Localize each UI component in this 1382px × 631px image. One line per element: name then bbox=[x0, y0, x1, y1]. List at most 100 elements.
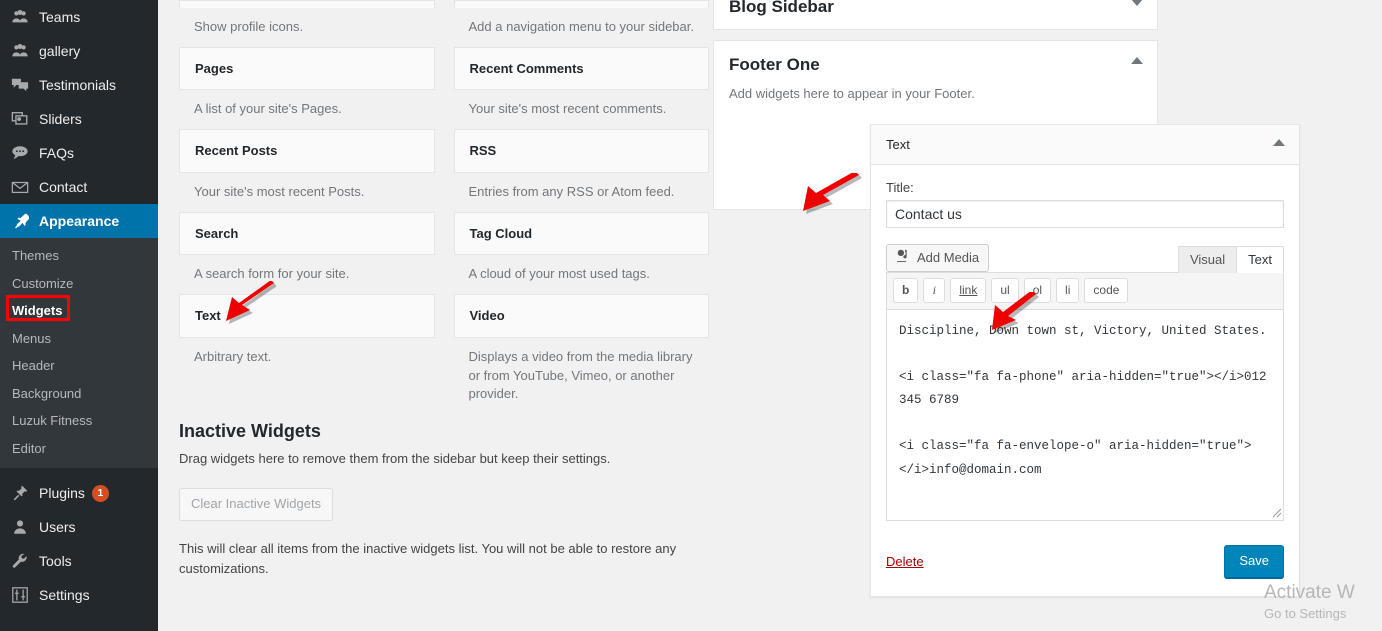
clear-inactive-widgets-button[interactable]: Clear Inactive Widgets bbox=[179, 488, 334, 522]
images-alt-icon bbox=[10, 109, 30, 129]
chevron-down-icon[interactable] bbox=[1131, 0, 1143, 6]
delete-widget-link[interactable]: Delete bbox=[886, 554, 924, 569]
widget-description: A search form for your site. bbox=[194, 266, 350, 282]
editor-toolbar-row: Add Media Visual Text bbox=[886, 244, 1284, 273]
tab-visual[interactable]: Visual bbox=[1177, 246, 1238, 273]
title-input[interactable] bbox=[886, 200, 1284, 228]
widget-card-recent-comments: Recent Comments Your site's most recent … bbox=[453, 46, 709, 129]
quicktag-ol-button[interactable]: ol bbox=[1023, 278, 1052, 303]
quicktags-toolbar: b i link ul ol li code bbox=[886, 272, 1284, 309]
sidebar-item-label: Testimonials bbox=[39, 77, 117, 93]
add-media-button[interactable]: Add Media bbox=[886, 244, 990, 272]
admin-sidebar: Teams gallery Testimonials Sliders FAQs … bbox=[0, 0, 166, 631]
email-icon bbox=[10, 177, 30, 197]
sidebar-item-background[interactable]: Background bbox=[0, 380, 158, 408]
text-widget-header[interactable]: Text bbox=[871, 125, 1299, 165]
sidebar-item-editor[interactable]: Editor bbox=[0, 435, 158, 463]
widget-card-search: Search A search form for your site. bbox=[179, 211, 435, 294]
admin-plugins-icon bbox=[10, 483, 30, 503]
widget-description: Show profile icons. bbox=[194, 19, 304, 34]
chevron-up-icon[interactable] bbox=[1131, 57, 1143, 65]
widget-card-text: Text Arbitrary text. bbox=[179, 294, 435, 376]
widget-description: A list of your site's Pages. bbox=[194, 101, 342, 117]
widget-title[interactable]: Text bbox=[179, 294, 435, 338]
sidebar-item-gallery[interactable]: gallery bbox=[0, 34, 158, 68]
sidebar-item-customize[interactable]: Customize bbox=[0, 270, 158, 298]
widget-description: Your site's most recent comments. bbox=[468, 101, 667, 117]
sidebar-item-label: Contact bbox=[39, 179, 88, 195]
widget-title[interactable]: Pages bbox=[179, 46, 435, 91]
widget-card-recent-posts: Recent Posts Your site's most recent Pos… bbox=[179, 129, 435, 211]
widget-card-partial-top[interactable] bbox=[179, 0, 435, 8]
sidebar-item-users[interactable]: Users bbox=[0, 510, 158, 544]
media-icon bbox=[896, 248, 911, 269]
inactive-widgets-heading: Inactive Widgets bbox=[179, 421, 321, 441]
sidebar-item-luzuk-fitness[interactable]: Luzuk Fitness bbox=[0, 407, 158, 435]
quicktag-bold-button[interactable]: b bbox=[893, 278, 919, 303]
admin-tools-icon bbox=[10, 551, 30, 571]
chevron-up-icon[interactable] bbox=[1273, 139, 1285, 146]
sidebar-item-label: Tools bbox=[39, 553, 72, 570]
text-widget-header-title: Text bbox=[886, 137, 910, 152]
editor-mode-tabs: Visual Text bbox=[1177, 245, 1284, 273]
watermark-line-2: Go to Settings bbox=[1264, 606, 1347, 622]
widget-card-tag-cloud: Tag Cloud A cloud of your most used tags… bbox=[453, 211, 709, 294]
sidebar-item-widgets[interactable]: Widgets bbox=[0, 297, 158, 325]
admin-settings-icon bbox=[10, 585, 30, 605]
widget-title[interactable]: Tag Cloud bbox=[453, 211, 709, 256]
admin-appearance-icon bbox=[10, 211, 30, 231]
editor-textarea[interactable] bbox=[886, 308, 1284, 521]
widget-description: Displays a video from the media library … bbox=[468, 348, 693, 402]
groups-icon bbox=[10, 41, 30, 61]
inactive-widgets-section: Inactive Widgets Drag widgets here to re… bbox=[179, 410, 739, 578]
title-field-label: Title: bbox=[886, 180, 914, 195]
tab-text[interactable]: Text bbox=[1236, 246, 1284, 273]
plugins-update-badge: 1 bbox=[91, 484, 109, 502]
widget-card-pages: Pages A list of your site's Pages. bbox=[179, 46, 435, 129]
widget-description: Arbitrary text. bbox=[194, 348, 272, 364]
sidebar-panel-blog-sidebar: Blog Sidebar bbox=[713, 0, 1158, 31]
sidebar-item-settings[interactable]: Settings bbox=[0, 578, 158, 612]
inactive-widgets-subtitle: Drag widgets here to remove them from th… bbox=[179, 451, 611, 467]
widget-title[interactable]: Recent Comments bbox=[453, 46, 709, 91]
quicktag-li-button[interactable]: li bbox=[1056, 278, 1080, 303]
widget-description: Your site's most recent Posts. bbox=[194, 183, 365, 199]
sidebar-item-menus[interactable]: Menus bbox=[0, 325, 158, 353]
format-chat-icon bbox=[10, 143, 30, 163]
sidebar-item-themes[interactable]: Themes bbox=[0, 242, 158, 270]
available-widgets-list: Show profile icons. Pages A list of your… bbox=[179, 0, 709, 414]
sidebar-item-label: FAQs bbox=[39, 145, 75, 161]
quicktag-ul-button[interactable]: ul bbox=[991, 278, 1019, 303]
available-widgets-column-right: Add a navigation menu to your sidebar. R… bbox=[453, 0, 709, 414]
text-widget-editor: Text Title: Add Media Visual Text b bbox=[870, 124, 1300, 597]
widget-title[interactable]: Recent Posts bbox=[179, 129, 435, 173]
sidebar-item-teams[interactable]: Teams bbox=[0, 0, 158, 34]
widget-title[interactable]: Search bbox=[179, 211, 435, 256]
widget-title[interactable]: Video bbox=[453, 294, 709, 338]
sidebar-item-sliders[interactable]: Sliders bbox=[0, 102, 158, 136]
text-widget-footer: Delete Save bbox=[871, 531, 1299, 596]
groups-icon bbox=[10, 7, 30, 27]
sidebar-item-contact[interactable]: Contact bbox=[0, 170, 158, 204]
sidebar-item-tools[interactable]: Tools bbox=[0, 544, 158, 578]
sidebar-panel-header[interactable]: Footer One Add widgets here to appear in… bbox=[714, 41, 1157, 112]
quicktag-code-button[interactable]: code bbox=[1084, 278, 1129, 303]
menu-separator bbox=[0, 468, 158, 475]
sidebar-panel-title: Footer One bbox=[729, 55, 820, 75]
sidebar-item-appearance[interactable]: Appearance bbox=[0, 204, 166, 238]
widget-description: Entries from any RSS or Atom feed. bbox=[468, 183, 675, 199]
save-widget-button[interactable]: Save bbox=[1224, 544, 1284, 578]
quicktag-italic-button[interactable]: i bbox=[923, 278, 946, 303]
widget-title[interactable]: RSS bbox=[453, 129, 709, 173]
sidebar-panel-header[interactable]: Blog Sidebar bbox=[714, 0, 1157, 29]
sidebar-item-testimonials[interactable]: Testimonials bbox=[0, 68, 158, 102]
sidebar-panel-description: Add widgets here to appear in your Foote… bbox=[729, 85, 975, 101]
sidebar-item-faqs[interactable]: FAQs bbox=[0, 136, 158, 170]
sidebar-item-header[interactable]: Header bbox=[0, 352, 158, 380]
widget-card-partial-top[interactable] bbox=[453, 0, 709, 8]
widget-card-video: Video Displays a video from the media li… bbox=[453, 294, 709, 414]
sidebar-item-plugins[interactable]: Plugins 1 bbox=[0, 476, 158, 510]
quicktag-link-button[interactable]: link bbox=[950, 278, 987, 303]
sidebar-panel-title: Blog Sidebar bbox=[729, 0, 834, 16]
sidebar-item-label: Users bbox=[39, 519, 76, 536]
